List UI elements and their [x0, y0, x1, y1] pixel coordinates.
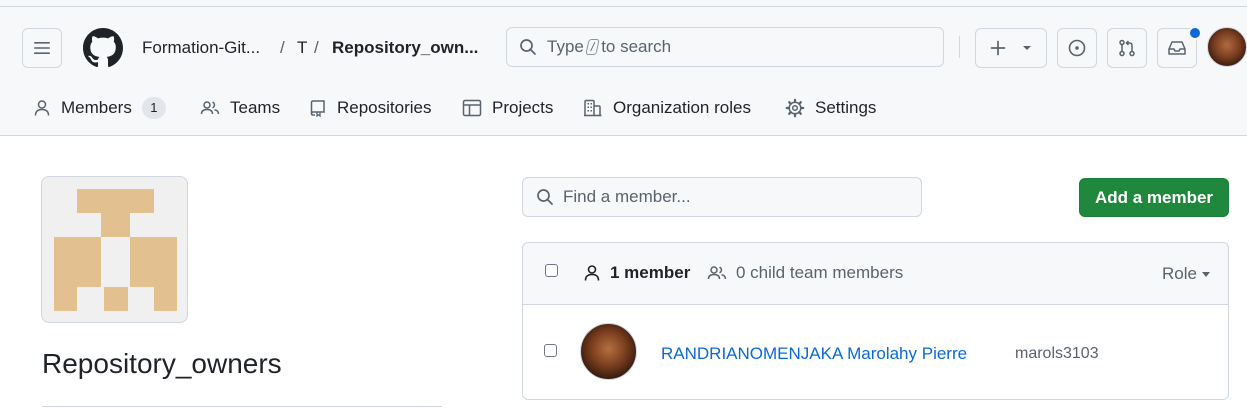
user-avatar[interactable]	[1207, 27, 1247, 67]
tab-label: Teams	[230, 98, 281, 117]
repo-icon	[310, 100, 325, 117]
people-icon	[707, 266, 727, 280]
tab-label: Organization roles	[613, 98, 751, 117]
issue-opened-icon	[1068, 39, 1086, 57]
find-member-input[interactable]: Find a member...	[522, 177, 922, 217]
child-team-members-label: 0 child team members	[736, 263, 904, 282]
top-divider	[0, 6, 1247, 7]
team-name: Repository_owners	[42, 348, 282, 379]
person-icon	[34, 100, 50, 116]
member-checkbox[interactable]	[544, 344, 557, 357]
member-login: marols3103	[1015, 345, 1099, 362]
people-icon	[200, 101, 220, 115]
tab-settings[interactable]: Settings	[785, 95, 876, 121]
tab-label: Repositories	[337, 98, 432, 117]
search-icon	[537, 189, 553, 205]
tab-repositories[interactable]: Repositories	[309, 95, 432, 121]
gear-icon	[785, 98, 805, 118]
search-shortcut-key: /	[585, 39, 600, 55]
members-counter: 1	[141, 97, 166, 119]
organization-icon	[584, 99, 602, 117]
git-pull-request-icon	[1119, 39, 1135, 57]
breadcrumb-separator: /	[314, 38, 319, 57]
create-new-button[interactable]	[975, 28, 1047, 68]
issues-button[interactable]	[1057, 28, 1097, 68]
pull-requests-button[interactable]	[1107, 28, 1147, 68]
search-prefix: Type	[547, 37, 584, 56]
tab-label: Members	[61, 98, 132, 117]
search-icon	[520, 39, 536, 55]
role-filter-dropdown[interactable]: Role	[1162, 264, 1210, 284]
tab-members[interactable]: Members 1	[33, 95, 166, 121]
members-list: 1 member 0 child team members Role RANDR…	[522, 242, 1229, 400]
member-avatar[interactable]	[580, 323, 637, 380]
tab-teams[interactable]: Teams	[200, 95, 280, 121]
breadcrumb-org[interactable]: Formation-Git...	[142, 38, 260, 58]
github-logo-icon[interactable]	[83, 28, 123, 68]
sidebar-divider	[42, 406, 442, 407]
inbox-icon	[1168, 41, 1186, 55]
plus-icon	[990, 40, 1006, 56]
select-all-checkbox[interactable]	[545, 264, 558, 277]
tab-projects[interactable]: Projects	[462, 95, 553, 121]
members-list-header: 1 member 0 child team members Role	[523, 243, 1228, 305]
member-count-tab[interactable]: 1 member	[583, 263, 690, 283]
notification-indicator	[1188, 26, 1202, 40]
breadcrumb-separator: /	[280, 38, 285, 57]
header-divider	[959, 36, 960, 58]
search-suffix: to search	[601, 37, 672, 56]
app-header: Formation-Git... / T / Repository_own...…	[0, 0, 1247, 136]
breadcrumb-team-parent[interactable]: T	[297, 38, 307, 58]
breadcrumb-team[interactable]: Repository_own...	[332, 38, 478, 58]
tab-label: Projects	[492, 98, 554, 117]
person-icon	[584, 265, 600, 281]
role-filter-label: Role	[1162, 264, 1197, 283]
team-identicon	[54, 189, 177, 311]
menu-button[interactable]	[22, 28, 62, 68]
tab-organization-roles[interactable]: Organization roles	[583, 95, 751, 121]
triangle-down-icon	[1202, 271, 1210, 277]
member-name-link[interactable]: RANDRIANOMENJAKA Marolahy Pierre	[661, 344, 967, 364]
find-member-placeholder: Find a member...	[563, 187, 691, 206]
global-search-input[interactable]: Type / to search	[506, 27, 944, 67]
child-team-members-tab[interactable]: 0 child team members	[707, 263, 903, 283]
add-member-button[interactable]: Add a member	[1079, 178, 1229, 217]
member-count-label: 1 member	[610, 263, 691, 282]
table-icon	[462, 99, 482, 117]
tab-label: Settings	[815, 98, 877, 117]
team-avatar	[41, 176, 188, 323]
triangle-down-icon	[1023, 46, 1031, 50]
hamburger-icon	[34, 42, 50, 54]
